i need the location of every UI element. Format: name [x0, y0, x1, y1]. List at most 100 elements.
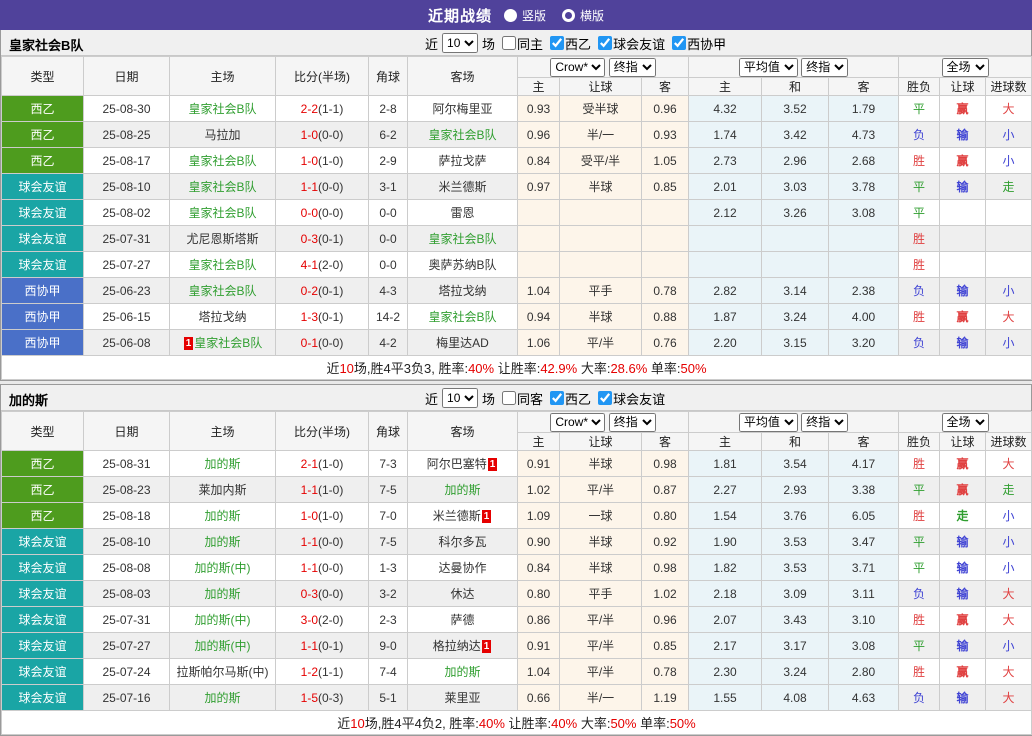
- same-venue-checkbox[interactable]: 同客: [502, 389, 543, 408]
- fulltime-score: 1-1: [300, 534, 318, 549]
- avg-draw-odds-cell: 3.24: [761, 303, 830, 330]
- result-outcome-cell: 负: [898, 684, 941, 711]
- league-badge-cell: 球会友谊: [1, 251, 84, 278]
- col-header-result-goals: 进球数: [985, 77, 1032, 96]
- result-scope-select[interactable]: 全场: [941, 57, 989, 77]
- avg-away-odds-cell: 3.08: [828, 632, 900, 659]
- score-cell: 0-0(0-0): [275, 199, 369, 226]
- result-value: 赢: [956, 310, 969, 324]
- match-count-select[interactable]: 10: [442, 388, 479, 408]
- result-value: 负: [913, 691, 926, 705]
- home-team-name: 加的斯: [204, 535, 241, 549]
- avg-home-odds-cell: 1.74: [688, 121, 763, 148]
- score-cell: 0-2(0-1): [275, 277, 369, 304]
- col-header-handicap-home: 主: [517, 77, 560, 96]
- col-header-away: 客场: [407, 411, 518, 451]
- result-goals-cell: 大: [985, 606, 1032, 633]
- league-filter-checkbox[interactable]: 球会友谊: [598, 34, 665, 53]
- same-venue-checkbox-input[interactable]: [502, 36, 517, 50]
- result-value: 输: [956, 535, 969, 549]
- league-filter-label: 西乙: [565, 36, 592, 52]
- summary-segment: 40%: [468, 361, 495, 376]
- handicap-home-odds-cell: 0.84: [517, 554, 560, 581]
- result-outcome-cell: 胜: [898, 251, 941, 278]
- league-filter-checkbox-input[interactable]: [672, 36, 687, 50]
- result-goals-cell: 大: [985, 303, 1032, 330]
- avg-home-odds-cell: 2.27: [688, 476, 763, 503]
- avg-draw-odds-cell: 3.09: [761, 580, 830, 607]
- score-cell: 1-1(0-1): [275, 632, 369, 659]
- handicap-time-select[interactable]: 终指: [608, 412, 656, 432]
- handicap-home-odds-cell: 1.04: [517, 658, 560, 685]
- radio-vertical-layout[interactable]: 竖版: [503, 7, 546, 24]
- fulltime-score: 0-1: [300, 335, 318, 350]
- corner-cell: 7-3: [368, 450, 408, 477]
- europe-source-select[interactable]: 平均值: [738, 57, 798, 77]
- away-team-name: 加的斯: [444, 665, 481, 679]
- away-team-name: 萨拉戈萨: [438, 154, 487, 168]
- filter-controls: 近 10 场 同主 西乙 球会友谊 西协甲: [425, 30, 726, 56]
- league-filter-checkbox-input[interactable]: [598, 36, 613, 50]
- europe-time-select[interactable]: 终指: [801, 412, 849, 432]
- avg-draw-odds-cell: 3.52: [761, 95, 830, 122]
- league-filter-checkbox[interactable]: 西协甲: [672, 34, 726, 53]
- red-card-badge: 1: [487, 458, 498, 471]
- avg-home-odds-cell: 2.18: [688, 580, 763, 607]
- europe-source-select[interactable]: 平均值: [738, 412, 798, 432]
- fulltime-score: 0-3: [300, 231, 318, 246]
- result-goals-cell: 大: [985, 580, 1032, 607]
- handicap-source-select[interactable]: Crow*: [550, 412, 606, 432]
- away-team-name: 塔拉戈纳: [438, 284, 487, 298]
- league-filter-checkbox-input[interactable]: [550, 391, 565, 405]
- home-team-cell: 皇家社会B队: [169, 251, 276, 278]
- fulltime-score: 2-1: [300, 456, 318, 471]
- handicap-away-odds-cell: 0.98: [640, 554, 690, 581]
- match-row: 球会友谊 25-08-10 加的斯 1-1(0-0) 7-5 科尔多瓦 0.90 半球 0.92…: [1, 528, 1032, 555]
- away-team-cell: 米兰德斯: [407, 173, 518, 200]
- avg-home-odds-cell: 1.82: [688, 554, 763, 581]
- away-team-name: 阿尔梅里亚: [432, 102, 493, 116]
- score-cell: 1-0(1-0): [275, 147, 369, 174]
- handicap-line-cell: [559, 199, 642, 226]
- avg-home-odds-cell: 2.82: [688, 277, 763, 304]
- col-header-date: 日期: [83, 411, 170, 451]
- same-venue-checkbox[interactable]: 同主: [502, 34, 543, 53]
- home-team-cell: 皇家社会B队: [169, 95, 276, 122]
- fulltime-score: 1-0: [300, 508, 318, 523]
- europe-time-select[interactable]: 终指: [801, 57, 849, 77]
- handicap-time-select[interactable]: 终指: [608, 57, 656, 77]
- away-team-cell: 莱里亚: [407, 684, 518, 711]
- result-outcome-cell: 平: [898, 199, 941, 226]
- match-row: 西协甲 25-06-23 皇家社会B队 0-2(0-1) 4-3 塔拉戈纳 1.04 平手 0.…: [1, 277, 1032, 304]
- handicap-away-odds-cell: [640, 251, 690, 278]
- avg-home-odds-cell: 4.32: [688, 95, 763, 122]
- home-team-name: 莱加内斯: [198, 483, 247, 497]
- radio-horizontal-layout[interactable]: 横版: [562, 7, 604, 24]
- league-filter-checkbox[interactable]: 西乙: [550, 389, 591, 408]
- same-venue-checkbox-input[interactable]: [502, 391, 517, 405]
- result-outcome-cell: 平: [898, 173, 941, 200]
- league-filter-checkbox[interactable]: 西乙: [550, 34, 591, 53]
- handicap-line-cell: 半球: [559, 554, 642, 581]
- same-venue-label: 同主: [517, 36, 544, 52]
- handicap-source-select[interactable]: Crow*: [550, 57, 606, 77]
- league-filter-checkbox-input[interactable]: [550, 36, 565, 50]
- avg-draw-odds-cell: 3.14: [761, 277, 830, 304]
- result-goals-cell: 大: [985, 450, 1032, 477]
- avg-draw-odds-cell: 3.53: [761, 528, 830, 555]
- avg-away-odds-cell: 4.63: [828, 684, 900, 711]
- away-team-cell: 皇家社会B队: [407, 303, 518, 330]
- halftime-score: (0-0): [318, 560, 344, 575]
- col-header-avg-draw: 和: [761, 77, 830, 96]
- match-count-select[interactable]: 10: [442, 33, 479, 53]
- handicap-away-odds-cell: 1.19: [640, 684, 690, 711]
- league-filter-label: 球会友谊: [613, 36, 666, 52]
- summary-segment: 50%: [669, 716, 696, 731]
- result-scope-select[interactable]: 全场: [941, 412, 989, 432]
- handicap-line-cell: 平/半: [559, 476, 642, 503]
- result-goals-cell: 小: [985, 502, 1032, 529]
- league-filter-checkbox[interactable]: 球会友谊: [598, 389, 665, 408]
- league-filter-checkbox-input[interactable]: [598, 391, 613, 405]
- avg-draw-odds-cell: [761, 251, 830, 278]
- handicap-line-cell: 平/半: [559, 658, 642, 685]
